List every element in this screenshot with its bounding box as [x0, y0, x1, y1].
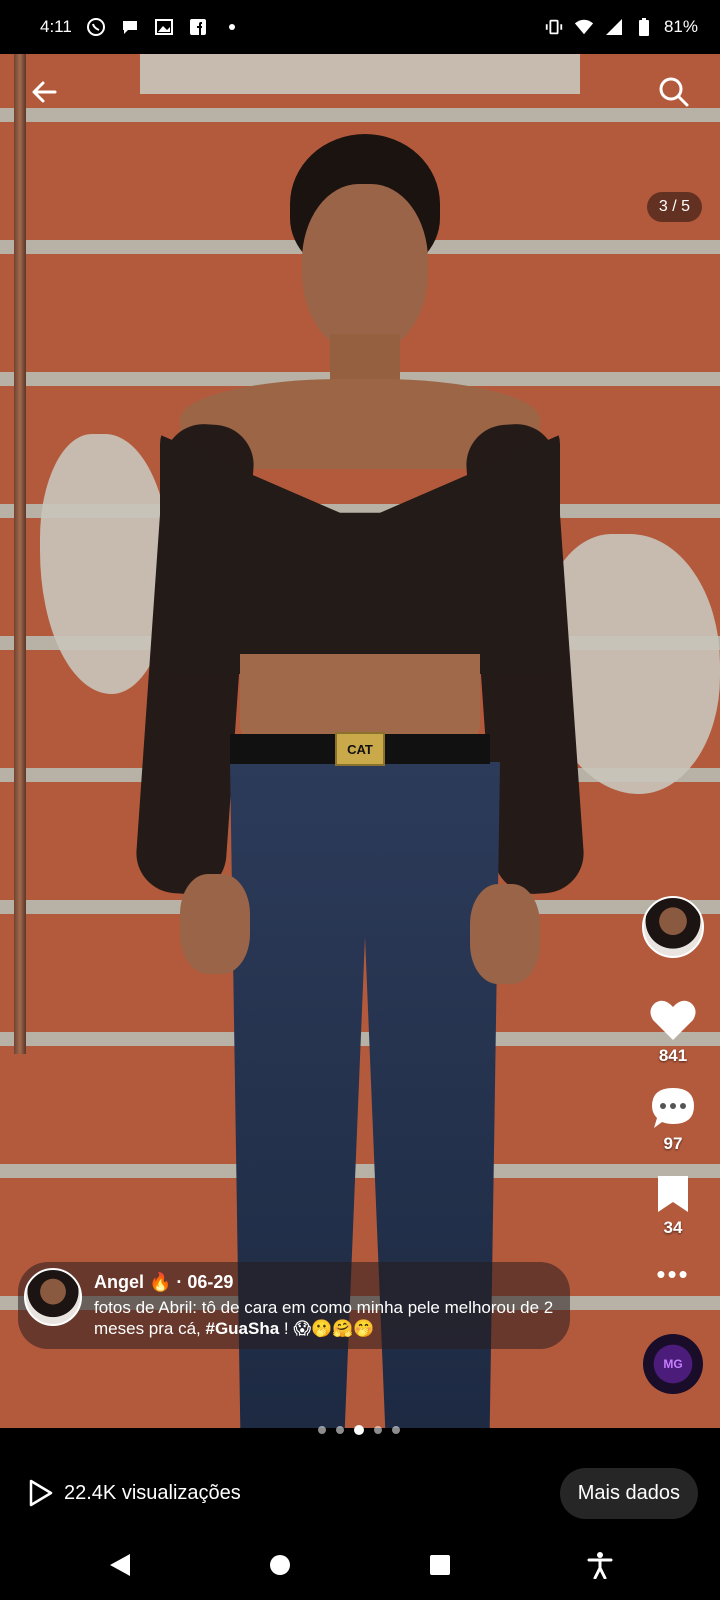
vibrate-icon — [544, 17, 564, 37]
bookmark-icon — [658, 1176, 688, 1212]
right-hand — [470, 884, 540, 984]
nav-home-button[interactable] — [260, 1545, 300, 1585]
view-count: 22.4K visualizações — [64, 1481, 241, 1504]
like-button[interactable]: 841 — [649, 998, 697, 1066]
page-counter: 3 / 5 — [646, 192, 702, 222]
carousel-dot — [392, 1426, 400, 1434]
system-icons: 81% — [544, 17, 698, 37]
like-count: 841 — [658, 1046, 688, 1065]
views-bar: 22.4K visualizações Mais dados — [0, 1456, 720, 1530]
battery-icon — [634, 17, 654, 37]
search-button[interactable] — [654, 72, 694, 112]
action-rail: 841 97 34 ••• MG — [638, 896, 708, 1394]
chat-icon — [120, 17, 140, 37]
belt-buckle: CAT — [335, 732, 385, 766]
comment-button[interactable]: 97 — [650, 1086, 696, 1154]
caption-text: fotos de Abril: tô de cara em como minha… — [94, 1297, 558, 1339]
comment-icon — [652, 1088, 694, 1128]
nav-back-button[interactable] — [100, 1545, 140, 1585]
author-avatar[interactable] — [642, 896, 704, 958]
wall-pipe — [14, 54, 26, 1054]
face — [302, 184, 428, 354]
circle-home-icon — [270, 1555, 290, 1575]
hashtag-link[interactable]: #GuaSha — [206, 1319, 280, 1338]
post-photo[interactable]: CAT — [0, 54, 720, 1428]
carousel-dot-active — [354, 1425, 364, 1435]
person-figure: CAT — [133, 94, 587, 1428]
triangle-back-icon — [110, 1554, 130, 1576]
plaster-patch — [140, 54, 580, 94]
system-nav-bar — [0, 1530, 720, 1600]
battery-percent: 81% — [663, 17, 698, 36]
more-data-button[interactable]: Mais dados — [559, 1467, 698, 1519]
accessibility-button[interactable] — [580, 1545, 620, 1585]
status-bar: 4:11 81% — [0, 0, 720, 54]
whatsapp-icon — [86, 17, 106, 37]
author-line[interactable]: Angel 🔥 · 06-29 — [94, 1272, 558, 1293]
back-button[interactable] — [24, 72, 64, 112]
midriff — [240, 654, 480, 744]
accessibility-icon — [587, 1552, 613, 1579]
caption-avatar[interactable] — [24, 1268, 82, 1326]
left-hand — [180, 874, 250, 974]
caption-tail: ! 😱🫢🤗🤭 — [279, 1319, 375, 1338]
bookmark-count: 34 — [663, 1218, 683, 1237]
more-options-button[interactable]: ••• — [656, 1258, 690, 1289]
comment-count: 97 — [663, 1134, 683, 1153]
music-disc[interactable]: MG — [643, 1334, 703, 1394]
square-recents-icon — [430, 1555, 450, 1575]
notification-icons — [86, 17, 242, 37]
wifi-icon — [574, 17, 594, 37]
search-icon — [659, 77, 689, 107]
nav-recents-button[interactable] — [420, 1545, 460, 1585]
carousel-indicator — [318, 1425, 400, 1435]
heart-icon — [650, 1000, 696, 1040]
play-icon — [29, 1479, 53, 1507]
dot-icon — [222, 17, 242, 37]
caption-box[interactable]: Angel 🔥 · 06-29 fotos de Abril: tô de ca… — [18, 1262, 570, 1349]
gallery-icon — [154, 17, 174, 37]
more-icon: ••• — [656, 1259, 690, 1289]
music-disc-label: MG — [663, 1357, 683, 1371]
carousel-dot — [318, 1426, 326, 1434]
bookmark-button[interactable]: 34 — [656, 1174, 690, 1238]
arrow-left-icon — [32, 81, 57, 103]
status-time: 4:11 — [40, 17, 72, 36]
facebook-icon — [188, 17, 208, 37]
carousel-dot — [374, 1426, 382, 1434]
carousel-dot — [336, 1426, 344, 1434]
signal-icon — [604, 17, 624, 37]
